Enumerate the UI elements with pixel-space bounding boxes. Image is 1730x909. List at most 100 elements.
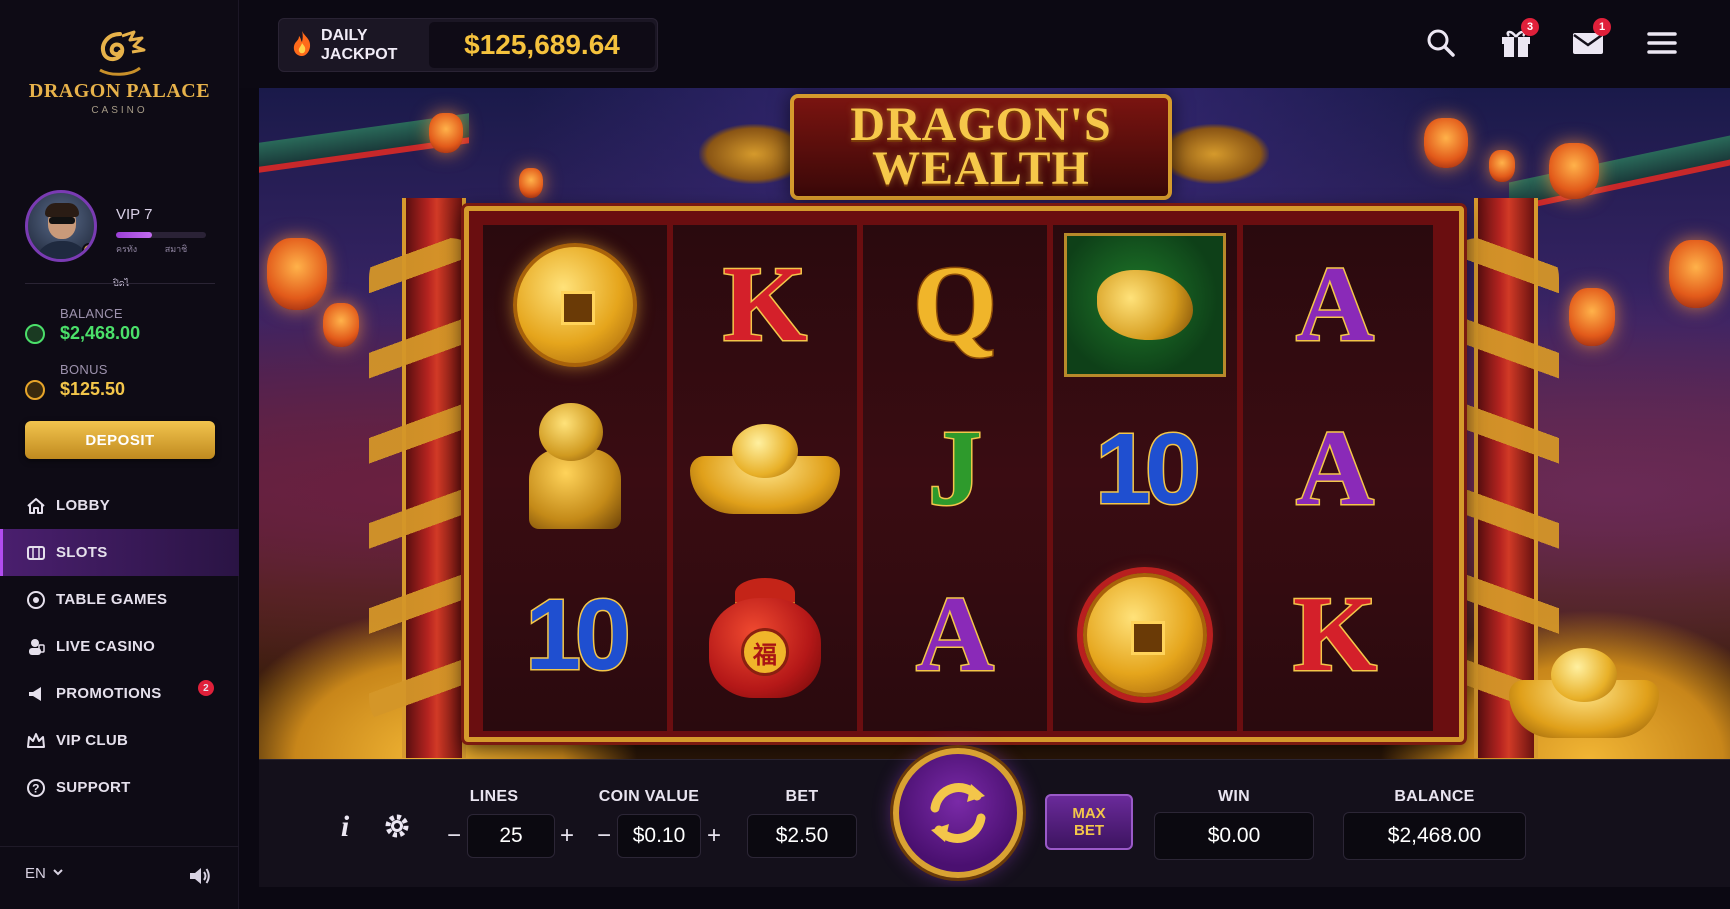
reel-symbol: 10	[524, 579, 632, 691]
brand-logo[interactable]: DRAGON PALACE CASINO	[0, 30, 239, 116]
lantern-icon	[429, 113, 463, 153]
slot-machine-icon	[25, 542, 47, 564]
brand-name: DRAGON PALACE	[28, 80, 211, 102]
vip-level: VIP 7	[116, 206, 153, 223]
mail-icon[interactable]: 1	[1567, 18, 1611, 64]
language-selector[interactable]: EN	[25, 865, 64, 882]
menu-icon[interactable]	[1641, 22, 1683, 64]
lion-statue-icon	[515, 399, 635, 539]
nav-item-lobby[interactable]: LOBBY	[0, 482, 239, 529]
bonus-block: BONUS $125.50	[25, 362, 215, 406]
vip-progress-text: ครทัง สมาชิ	[116, 244, 188, 254]
reel-frame: 10 K 福 Q J A 10 A A K	[464, 206, 1464, 742]
megaphone-icon	[25, 683, 47, 705]
bonus-label: BONUS	[60, 362, 108, 377]
dragon-logo-icon	[98, 30, 145, 76]
reel-symbol: A	[1295, 245, 1376, 364]
svg-text:?: ?	[32, 781, 40, 795]
dragon-wild-icon	[1064, 233, 1226, 377]
nav-item-support[interactable]: ? SUPPORT	[0, 764, 239, 811]
gold-coin-icon	[513, 243, 637, 367]
language-value: EN	[25, 865, 46, 882]
max-bet-button[interactable]: MAX BET	[1045, 794, 1133, 850]
reel-symbol	[483, 225, 667, 385]
settings-gear-icon[interactable]	[381, 810, 413, 847]
avatar[interactable]	[25, 190, 97, 262]
search-icon[interactable]	[1420, 22, 1462, 64]
user-profile[interactable]: VIP 7 ครทัง สมาชิ	[25, 190, 220, 270]
lantern-icon	[1424, 118, 1468, 168]
lantern-icon	[267, 238, 327, 310]
lines-value: 25	[467, 814, 555, 858]
nav-label: PROMOTIONS	[56, 685, 162, 702]
reel-5: A A K	[1243, 225, 1433, 731]
game-controls: i LINES − 25 + COIN VALUE − $0.10 + BET …	[259, 748, 1730, 887]
gold-ingot-decoration	[1509, 648, 1659, 738]
coin-increase-button[interactable]: +	[703, 814, 725, 858]
nav-item-vip-club[interactable]: VIP CLUB	[0, 717, 239, 764]
reel-symbol	[483, 389, 667, 549]
nav-item-slots[interactable]: SLOTS	[0, 529, 239, 576]
reel-symbol: A	[915, 575, 996, 694]
vip-progress-bar	[116, 232, 206, 238]
bonus-value: $125.50	[60, 379, 126, 399]
pagoda-roof-right	[1509, 133, 1730, 213]
lantern-icon	[519, 168, 543, 198]
reel-2: K 福	[673, 225, 857, 731]
reel-symbol: 10	[1094, 413, 1202, 525]
volume-icon[interactable]	[187, 864, 213, 893]
jackpot-value: $125,689.64	[429, 22, 655, 68]
reel-1: 10	[483, 225, 667, 731]
reel-symbol: A	[1295, 409, 1376, 528]
reel-symbol: 福	[673, 555, 857, 715]
lines-increase-button[interactable]: +	[556, 814, 578, 858]
divider	[25, 283, 215, 284]
coin-value: $0.10	[617, 814, 701, 858]
nav-label: SUPPORT	[56, 779, 131, 796]
reel-symbol: Q	[911, 245, 998, 364]
lines-decrease-button[interactable]: −	[443, 814, 465, 858]
win-label: WIN	[1217, 788, 1250, 805]
game-title-line2: WEALTH	[872, 142, 1090, 195]
info-icon[interactable]: i	[335, 810, 355, 845]
nav-item-table-games[interactable]: TABLE GAMES	[0, 576, 239, 623]
spin-button[interactable]	[893, 748, 1023, 878]
nav-item-promotions[interactable]: PROMOTIONS 2	[0, 670, 239, 717]
coin-value-label: COIN VALUE	[598, 788, 700, 805]
nav-item-live-casino[interactable]: LIVE CASINO	[0, 623, 239, 670]
balance-block: BALANCE $2,468.00	[25, 306, 215, 350]
nav-label: VIP CLUB	[56, 732, 129, 749]
promotions-badge: 2	[198, 680, 214, 696]
lucky-coin-icon	[1083, 573, 1207, 697]
daily-jackpot: DAILY JACKPOT $125,689.64	[278, 18, 658, 72]
reel-4: 10	[1053, 225, 1237, 731]
chevron-down-icon	[52, 865, 64, 882]
nav-label: SLOTS	[56, 544, 108, 561]
win-value: $0.00	[1154, 812, 1314, 860]
sidebar: DRAGON PALACE CASINO VIP 7 ครทัง สมาชิ ป…	[0, 0, 239, 909]
reel-symbol: J	[927, 409, 984, 528]
svg-text:i: i	[341, 810, 350, 840]
bet-label: BET	[785, 788, 819, 805]
vip-badge-icon	[82, 243, 94, 257]
dealer-icon	[25, 636, 47, 658]
reel-symbol	[1053, 555, 1237, 715]
balance-label: BALANCE	[1394, 788, 1475, 805]
balance-value: $2,468.00	[60, 323, 141, 343]
poker-chip-icon	[25, 589, 47, 611]
mail-count-badge: 1	[1593, 18, 1611, 36]
coin-decrease-button[interactable]: −	[593, 814, 615, 858]
brand-subtitle: CASINO	[91, 105, 148, 116]
reel-symbol: K	[1291, 575, 1378, 694]
gift-count-badge: 3	[1521, 18, 1539, 36]
gold-ingot-icon	[690, 424, 840, 514]
top-bar: DAILY JACKPOT $125,689.64 3 1	[239, 0, 1730, 88]
bottom-strip	[239, 887, 1730, 909]
jackpot-label: DAILY JACKPOT	[321, 27, 398, 63]
reel-symbol	[1053, 225, 1237, 385]
lantern-icon	[1549, 143, 1599, 199]
bet-value: $2.50	[747, 814, 857, 858]
reel-symbol: K	[721, 245, 808, 364]
deposit-button[interactable]: DEPOSIT	[25, 421, 215, 459]
gift-icon[interactable]: 3	[1495, 18, 1539, 64]
